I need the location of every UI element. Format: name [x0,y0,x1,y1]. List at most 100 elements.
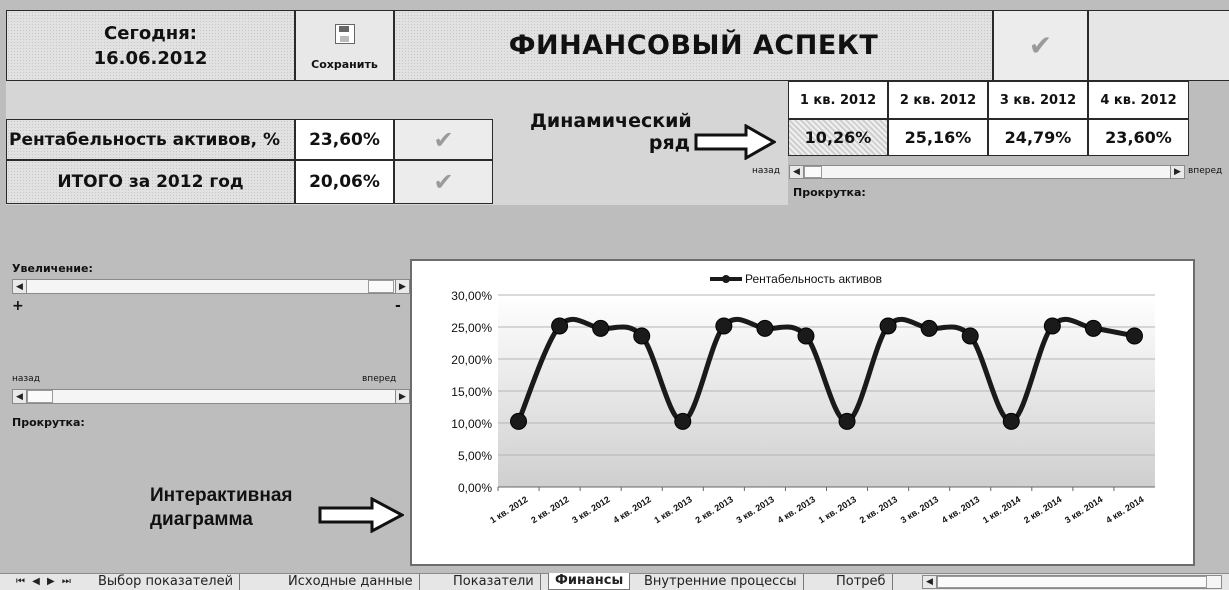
y-tick-label: 25,00% [451,321,492,335]
quarter-table: 1 кв. 2012 2 кв. 2012 3 кв. 2012 4 кв. 2012… [788,81,1190,156]
scroll-thumb[interactable] [937,576,1207,588]
metric-check-cell[interactable]: ✔ [394,119,493,160]
total-name: ИТОГО за 2012 год [57,172,244,192]
data-point [797,327,815,345]
y-tick-label: 10,00% [451,417,492,431]
data-point [1002,412,1020,430]
left-scrollbar[interactable]: ◀ ▶ [12,389,410,404]
zoom-minus: - [395,298,401,314]
total-name-cell: ИТОГО за 2012 год [6,160,295,204]
save-label: Сохранить [311,58,378,71]
y-tick-label: 15,00% [451,385,492,399]
metric-value-cell: 23,60% [295,119,394,160]
data-point [920,319,938,337]
zoom-scrollbar[interactable]: ◀ ▶ [12,279,410,294]
tab-nav-arrows-icon[interactable]: ⏮ ◀ ▶ ⏭ [10,574,79,590]
chart-frame[interactable]: 0,00% 5,00% 10,00% 15,00% 20,00% 25,00% 30,00%… [410,259,1195,566]
save-button[interactable]: Сохранить [295,10,394,81]
legend-label: Рентабельность активов [745,272,882,286]
scroll-left-icon[interactable]: ◀ [922,575,937,589]
scroll-left-icon[interactable]: ◀ [12,389,27,404]
quarter-header-2: 2 кв. 2012 [888,81,988,119]
header-check-box[interactable]: ✔ [993,10,1088,81]
total-value: 20,06% [309,172,380,192]
y-tick-label: 0,00% [458,481,492,495]
x-tick-label: 1 кв. 2013 [652,494,693,525]
data-point [1125,327,1143,345]
line-chart: 0,00% 5,00% 10,00% 15,00% 20,00% 25,00% 30,00%… [451,272,1155,525]
dynamic-row-label-line2: ряд [648,132,690,154]
data-point [633,327,651,345]
interactive-chart-label-line2: диаграмма [150,509,253,530]
scroll-thumb[interactable] [804,166,822,178]
checkmark-icon: ✔ [433,125,454,154]
zoom-plus: + [12,298,24,314]
top-scroll-label: Прокрутка: [793,186,866,199]
data-point [1084,319,1102,337]
data-point [715,317,733,335]
scroll-right-icon[interactable]: ▶ [395,389,410,404]
checkmark-icon: ✔ [1028,29,1053,62]
x-tick-label: 2 кв. 2014 [1022,494,1063,525]
x-tick-label: 4 кв. 2012 [611,494,652,525]
y-tick-label: 20,00% [451,353,492,367]
quarter-value-2: 25,16% [888,119,988,156]
today-box: Сегодня: 16.06.2012 [6,10,295,81]
interactive-chart-label: Интерактивная диаграмма [150,484,292,532]
x-tick-label: 3 кв. 2013 [899,494,940,525]
scroll-right-icon[interactable]: ▶ [1170,165,1185,179]
x-tick-label: 3 кв. 2014 [1063,494,1104,525]
top-scroll-back-label: назад [752,166,780,176]
x-tick-label: 1 кв. 2013 [817,494,858,525]
scroll-left-icon[interactable]: ◀ [12,279,27,294]
checkmark-icon: ✔ [433,168,454,196]
right-arrow-icon [694,124,776,160]
x-tick-label: 4 кв. 2014 [1104,494,1145,525]
left-scroll-forward-label: вперед [362,374,397,384]
x-tick-label: 2 кв. 2013 [693,494,734,525]
data-point [592,319,610,337]
metric-name-cell: Рентабельность активов, % [6,119,295,160]
zoom-thumb[interactable] [368,280,394,293]
today-label: Сегодня: [104,22,197,44]
x-tick-label: 4 кв. 2013 [940,494,981,525]
left-scroll-label: Прокрутка: [12,416,85,429]
dynamic-row-label: Динамический ряд [530,110,692,154]
quarter-header-4: 4 кв. 2012 [1088,81,1189,119]
data-point [756,319,774,337]
tab-sheet-1[interactable]: Выбор показателей [92,574,241,590]
quarter-header-1: 1 кв. 2012 [788,81,888,119]
legend-marker [722,275,730,283]
left-scroll-back-label: назад [12,374,40,384]
tab-sheet-3[interactable]: Показатели [447,574,541,590]
x-tick-label: 2 кв. 2012 [529,494,570,525]
page-title-box: ФИНАНСОВЫЙ АСПЕКТ [394,10,993,81]
zoom-label: Увеличение: [12,262,93,275]
horizontal-scrollbar[interactable]: ◀ [922,575,1222,589]
scroll-right-icon[interactable]: ▶ [395,279,410,294]
header-blank-cell [1088,10,1229,81]
scroll-left-icon[interactable]: ◀ [789,165,804,179]
metric-value: 23,60% [309,129,380,150]
tab-sheet-6[interactable]: Потреб [830,574,893,590]
x-tick-label: 3 кв. 2013 [735,494,776,525]
x-tick-label: 4 кв. 2013 [776,494,817,525]
top-scrollbar[interactable]: ◀ ▶ [789,165,1185,179]
data-point [674,412,692,430]
tab-sheet-2[interactable]: Исходные данные [282,574,420,590]
x-tick-label: 1 кв. 2014 [981,494,1022,525]
right-arrow-icon [318,497,404,533]
y-tick-label: 30,00% [451,289,492,303]
data-point [961,327,979,345]
scroll-thumb[interactable] [27,390,53,403]
data-point [510,412,528,430]
x-tick-label: 2 кв. 2013 [858,494,899,525]
tab-sheet-5[interactable]: Внутренние процессы [638,574,804,590]
metric-name: Рентабельность активов, % [9,129,281,150]
top-scroll-forward-label: вперед [1188,166,1223,176]
quarter-header-3: 3 кв. 2012 [988,81,1088,119]
total-check-cell[interactable]: ✔ [394,160,493,204]
tab-sheet-4[interactable]: Финансы [548,573,631,590]
today-date: 16.06.2012 [93,47,208,69]
quarter-value-4: 23,60% [1088,119,1189,156]
